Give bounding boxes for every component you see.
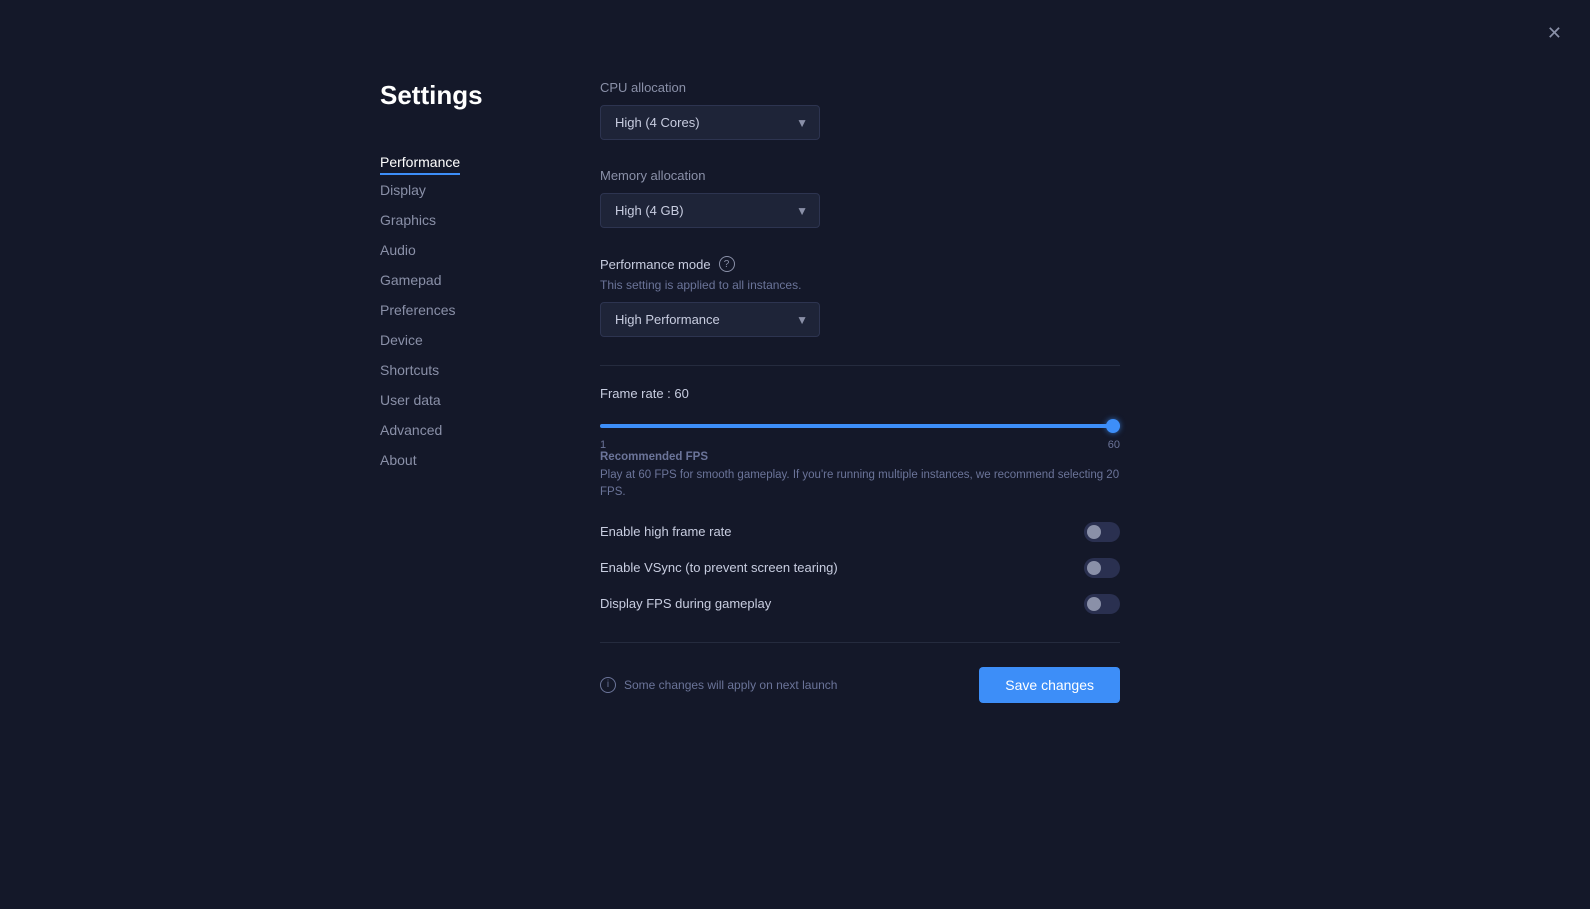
cpu-allocation-label: CPU allocation <box>600 80 1120 95</box>
sidebar-item-gamepad[interactable]: Gamepad <box>380 265 580 295</box>
memory-allocation-select[interactable]: Low (1 GB) Medium (2 GB) High (4 GB) Ver… <box>600 193 820 228</box>
cpu-allocation-select[interactable]: Low (1 Core) Medium (2 Cores) High (4 Co… <box>600 105 820 140</box>
toggle-display-fps[interactable] <box>1084 594 1120 614</box>
footer-info-icon: i <box>600 677 616 693</box>
performance-mode-label-row: Performance mode ? <box>600 256 1120 272</box>
toggle-row-vsync: Enable VSync (to prevent screen tearing) <box>600 558 1120 578</box>
toggle-row-high-frame-rate: Enable high frame rate <box>600 522 1120 542</box>
toggle-row-display-fps: Display FPS during gameplay <box>600 594 1120 614</box>
toggle-high-frame-rate[interactable] <box>1084 522 1120 542</box>
sidebar-item-user-data[interactable]: User data <box>380 385 580 415</box>
slider-labels: 1 60 <box>600 439 1120 451</box>
performance-mode-select-wrapper: Low Power Balanced High Performance ▼ <box>600 302 820 337</box>
frame-rate-header: Frame rate : 60 <box>600 386 1120 401</box>
performance-mode-select[interactable]: Low Power Balanced High Performance <box>600 302 820 337</box>
memory-allocation-select-wrapper: Low (1 GB) Medium (2 GB) High (4 GB) Ver… <box>600 193 820 228</box>
performance-mode-section: Performance mode ? This setting is appli… <box>600 256 1120 337</box>
save-changes-button[interactable]: Save changes <box>979 667 1120 703</box>
settings-container: Settings Performance Display Graphics Au… <box>0 0 1590 909</box>
content-area: CPU allocation Low (1 Core) Medium (2 Co… <box>580 80 1180 849</box>
toggle-label-vsync: Enable VSync (to prevent screen tearing) <box>600 560 838 575</box>
slider-min-label: 1 <box>600 439 606 451</box>
toggle-vsync[interactable] <box>1084 558 1120 578</box>
sidebar-item-graphics[interactable]: Graphics <box>380 205 580 235</box>
footer-notice: i Some changes will apply on next launch <box>600 677 837 693</box>
footer-row: i Some changes will apply on next launch… <box>600 642 1120 703</box>
sidebar-item-audio[interactable]: Audio <box>380 235 580 265</box>
sidebar-item-preferences[interactable]: Preferences <box>380 295 580 325</box>
performance-mode-help-icon[interactable]: ? <box>719 256 735 272</box>
toggle-label-display-fps: Display FPS during gameplay <box>600 596 771 611</box>
memory-allocation-section: Memory allocation Low (1 GB) Medium (2 G… <box>600 168 1120 228</box>
sidebar: Settings Performance Display Graphics Au… <box>380 80 580 849</box>
sidebar-item-device[interactable]: Device <box>380 325 580 355</box>
recommended-fps-label: Recommended FPS <box>600 451 1120 463</box>
memory-allocation-label: Memory allocation <box>600 168 1120 183</box>
performance-mode-label-text: Performance mode <box>600 257 711 272</box>
cpu-allocation-select-wrapper: Low (1 Core) Medium (2 Cores) High (4 Co… <box>600 105 820 140</box>
sidebar-item-display[interactable]: Display <box>380 175 580 205</box>
frame-rate-section: Frame rate : 60 1 60 Recommended FPS Pla… <box>600 386 1120 614</box>
slider-max-label: 60 <box>1108 439 1120 451</box>
divider <box>600 365 1120 366</box>
sidebar-item-about[interactable]: About <box>380 445 580 475</box>
frame-rate-slider[interactable] <box>600 424 1120 428</box>
performance-mode-hint: This setting is applied to all instances… <box>600 278 1120 292</box>
footer-notice-text: Some changes will apply on next launch <box>624 678 837 692</box>
sidebar-item-performance[interactable]: Performance <box>380 147 460 175</box>
toggle-label-high-frame-rate: Enable high frame rate <box>600 524 732 539</box>
page-title: Settings <box>380 80 580 111</box>
close-button[interactable]: ✕ <box>1547 24 1562 42</box>
cpu-allocation-section: CPU allocation Low (1 Core) Medium (2 Co… <box>600 80 1120 140</box>
sidebar-item-advanced[interactable]: Advanced <box>380 415 580 445</box>
recommended-fps-text: Play at 60 FPS for smooth gameplay. If y… <box>600 467 1120 502</box>
sidebar-item-shortcuts[interactable]: Shortcuts <box>380 355 580 385</box>
